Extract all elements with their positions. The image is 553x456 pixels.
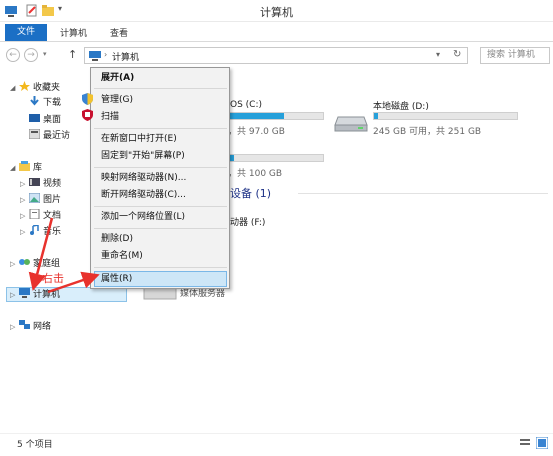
status-bar: 5 个项目 (0, 433, 553, 456)
details-view-icon[interactable] (520, 438, 530, 451)
annotation-arrows (28, 217, 100, 294)
large-icons-view-icon[interactable] (535, 436, 549, 452)
item-count: 5 个项目 (17, 440, 53, 450)
annotation-right-click-label: 右击 (42, 272, 64, 285)
